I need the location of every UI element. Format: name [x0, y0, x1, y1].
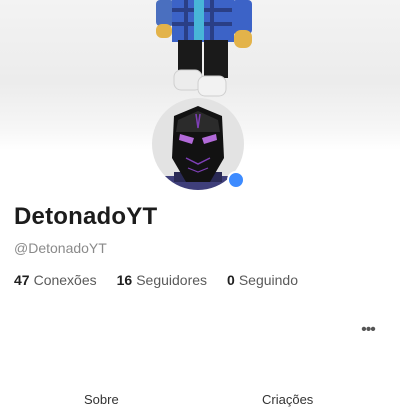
- stat-label: Seguidores: [136, 272, 208, 288]
- display-name: DetonadoYT: [14, 203, 158, 230]
- username: @DetonadoYT: [14, 240, 107, 256]
- stat-connections[interactable]: 47 Conexões: [14, 272, 97, 288]
- stat-followers[interactable]: 16 Seguidores: [117, 272, 207, 288]
- avatar-headshot[interactable]: [152, 98, 245, 190]
- stat-count: 16: [116, 272, 133, 288]
- online-status-dot: [227, 171, 245, 189]
- stat-count: 0: [227, 272, 235, 288]
- profile-stats: 47 Conexões 16 Seguidores 0 Seguindo: [14, 272, 298, 288]
- stat-label: Seguindo: [238, 272, 298, 288]
- profile-tabs: Sobre Criações: [0, 392, 400, 412]
- stat-count: 47: [14, 272, 30, 288]
- more-horizontal-icon: •••: [361, 321, 376, 338]
- stat-following[interactable]: 0 Seguindo: [227, 272, 298, 288]
- stat-label: Conexões: [33, 272, 97, 288]
- more-options-button[interactable]: •••: [354, 320, 382, 340]
